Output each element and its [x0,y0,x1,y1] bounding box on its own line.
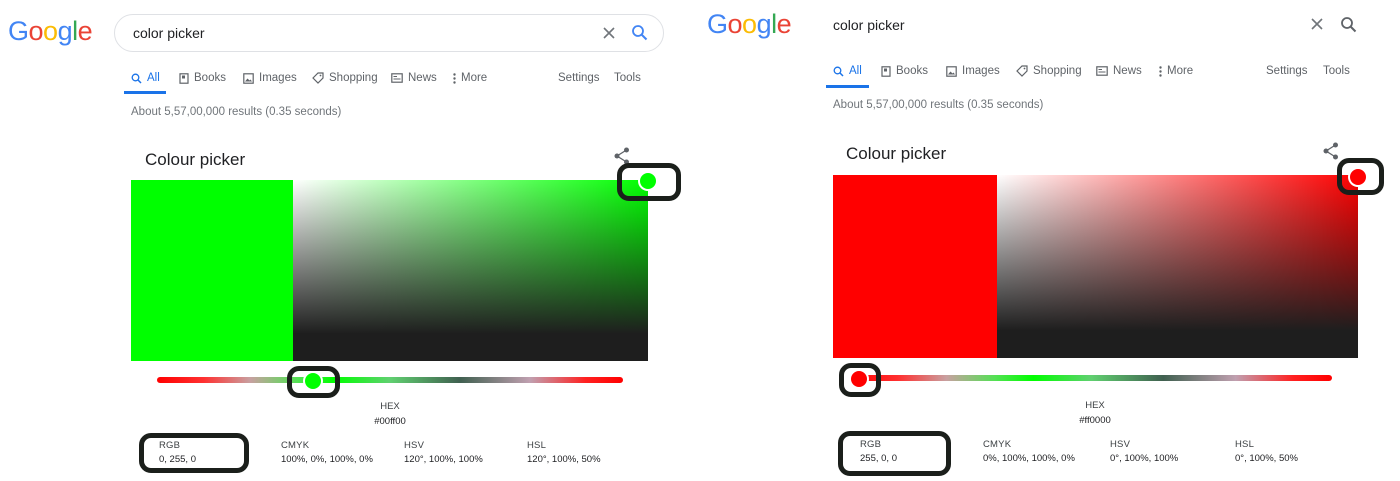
hsl-value[interactable]: 120°, 100%, 50% [527,454,601,465]
tab-label: Images [962,65,1000,77]
logo-letter: o [727,9,743,39]
saturation-value-field[interactable] [997,175,1358,358]
cmyk-value[interactable]: 100%, 0%, 100%, 0% [281,454,373,465]
search-box[interactable]: color picker [114,14,664,52]
news-icon [1096,66,1108,76]
image-icon [946,65,957,77]
search-icon[interactable] [1340,16,1357,33]
highlight-box [1337,158,1384,195]
tab-shopping[interactable]: Shopping [1016,65,1082,77]
search-input[interactable]: color picker [133,25,205,41]
google-logo[interactable]: Google [707,9,792,40]
tab-books[interactable]: Books [179,72,226,84]
active-tab-indicator [826,85,869,88]
tab-label: All [147,72,160,84]
more-vert-icon [1159,65,1162,77]
tab-images[interactable]: Images [243,72,297,84]
highlight-box [839,363,881,397]
tab-label: News [1113,65,1142,77]
hsl-label: HSL [1235,439,1255,450]
more-vert-icon [453,72,456,84]
news-icon [391,73,403,83]
hsv-label: HSV [1110,439,1131,450]
logo-letter: e [776,9,792,39]
search-icon [131,73,142,84]
widget-title: Colour picker [846,144,947,163]
tab-images[interactable]: Images [946,65,1000,77]
hex-label: HEX [380,401,400,412]
hue-slider[interactable] [850,375,1332,381]
clear-icon[interactable] [1309,16,1325,32]
book-icon [179,72,189,84]
logo-letter: o [742,9,757,39]
result-stats: About 5,57,00,000 results (0.35 seconds) [131,106,342,118]
cmyk-label: CMYK [983,439,1012,450]
active-tab-indicator [124,91,166,94]
widget-title: Colour picker [145,150,246,169]
hex-value[interactable]: #00ff00 [340,416,440,427]
search-input[interactable]: color picker [833,17,905,33]
tab-news[interactable]: News [1096,65,1142,77]
cmyk-value[interactable]: 0%, 100%, 100%, 0% [983,453,1075,464]
logo-letter: o [43,16,58,46]
hsv-value[interactable]: 120°, 100%, 100% [404,454,483,465]
logo-letter: g [756,9,772,39]
logo-letter: o [28,16,44,46]
settings-link[interactable]: Settings [558,72,600,84]
tab-shopping[interactable]: Shopping [312,72,378,84]
highlight-box [139,433,249,473]
tab-more[interactable]: More [1159,65,1193,77]
highlight-box [287,366,340,398]
hue-slider[interactable] [157,377,623,383]
hsv-label: HSV [404,440,425,451]
tab-label: All [849,65,862,77]
color-preview-swatch [833,175,997,358]
tab-news[interactable]: News [391,72,437,84]
tab-label: More [1167,65,1194,77]
tag-icon [312,72,324,84]
saturation-value-field[interactable] [293,180,648,361]
highlight-box [838,431,951,476]
book-icon [881,65,891,77]
clear-icon[interactable] [601,25,617,41]
hsl-value[interactable]: 0°, 100%, 50% [1235,453,1298,464]
hsv-value[interactable]: 0°, 100%, 100% [1110,453,1178,464]
tab-label: Images [259,72,297,84]
logo-letter: G [707,9,728,39]
tab-all[interactable]: All [833,65,862,77]
tab-books[interactable]: Books [881,65,928,77]
tab-label: Books [194,72,226,84]
image-icon [243,72,254,84]
search-icon[interactable] [631,24,648,41]
logo-letter: g [57,16,73,46]
tag-icon [1016,65,1028,77]
hex-label: HEX [1085,400,1105,411]
highlight-box [617,163,681,201]
google-logo[interactable]: Google [8,16,93,47]
search-icon [833,66,844,77]
tab-more[interactable]: More [453,72,487,84]
tools-link[interactable]: Tools [1323,65,1350,77]
hsl-label: HSL [527,440,547,451]
tab-label: Books [896,65,928,77]
hex-value[interactable]: #ff0000 [1045,415,1145,426]
logo-letter: G [8,16,29,46]
tab-all[interactable]: All [131,72,160,84]
tools-link[interactable]: Tools [614,72,641,84]
logo-letter: e [77,16,93,46]
tab-label: News [408,72,437,84]
result-stats: About 5,57,00,000 results (0.35 seconds) [833,99,1044,111]
color-preview-swatch [131,180,293,361]
tab-label: Shopping [329,72,378,84]
tab-label: More [461,72,488,84]
share-icon[interactable] [1323,142,1339,160]
settings-link[interactable]: Settings [1266,65,1308,77]
tab-label: Shopping [1033,65,1082,77]
cmyk-label: CMYK [281,440,310,451]
